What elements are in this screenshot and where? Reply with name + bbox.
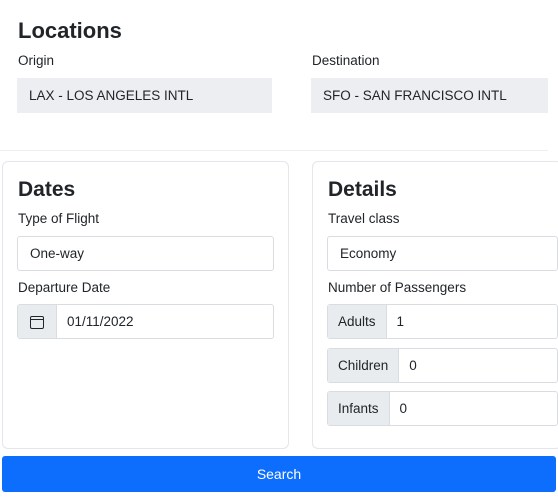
dates-title: Dates xyxy=(18,178,76,201)
adults-field[interactable]: Adults 1 xyxy=(327,304,558,339)
destination-label: Destination xyxy=(312,53,380,68)
infants-input[interactable]: 0 xyxy=(390,392,557,425)
departure-date-label: Departure Date xyxy=(18,280,111,295)
flight-type-label: Type of Flight xyxy=(18,211,100,226)
locations-title: Locations xyxy=(18,18,122,43)
calendar-button[interactable] xyxy=(18,305,57,338)
adults-label: Adults xyxy=(328,305,387,338)
children-label: Children xyxy=(328,349,400,382)
details-title: Details xyxy=(328,178,397,201)
origin-field[interactable]: LAX - LOS ANGELES INTL xyxy=(17,78,272,113)
infants-label: Infants xyxy=(328,392,390,425)
origin-label: Origin xyxy=(18,53,55,68)
flight-type-select[interactable]: One-way xyxy=(17,236,274,271)
children-input[interactable]: 0 xyxy=(399,349,557,382)
search-button[interactable]: Search xyxy=(2,456,556,492)
children-field[interactable]: Children 0 xyxy=(327,348,558,383)
passengers-label: Number of Passengers xyxy=(328,280,467,295)
departure-date-field[interactable]: 01/11/2022 xyxy=(17,304,274,339)
destination-field[interactable]: SFO - SAN FRANCISCO INTL xyxy=(311,78,548,113)
travel-class-select[interactable]: Economy xyxy=(327,236,558,271)
calendar-icon xyxy=(30,315,44,329)
adults-input[interactable]: 1 xyxy=(387,305,557,338)
departure-date-value[interactable]: 01/11/2022 xyxy=(57,305,273,338)
infants-field[interactable]: Infants 0 xyxy=(327,391,558,426)
section-divider xyxy=(0,150,548,151)
travel-class-label: Travel class xyxy=(328,211,400,226)
